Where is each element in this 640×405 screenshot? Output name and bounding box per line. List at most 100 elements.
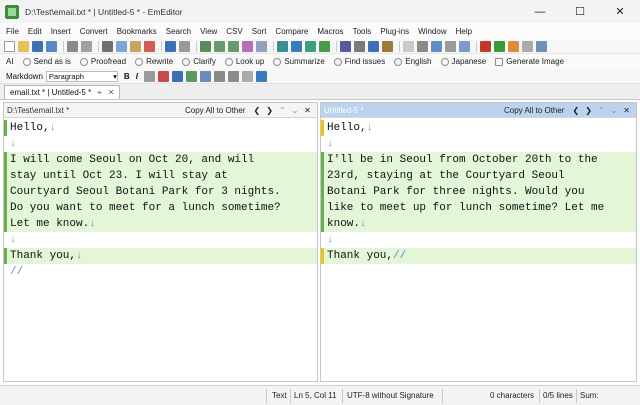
toolbar-separator <box>399 40 400 52</box>
strikethrough-icon[interactable] <box>143 70 155 82</box>
macro-options-icon[interactable] <box>508 40 519 52</box>
menu-plugins[interactable]: Plug-ins <box>380 27 409 36</box>
run-macro-icon[interactable] <box>494 40 505 52</box>
menu-view[interactable]: View <box>200 27 217 36</box>
left-pane-editor[interactable]: Hello,↓ ↓ I will come Seoul on Oct 20, a… <box>4 118 317 382</box>
menu-file[interactable]: File <box>6 27 19 36</box>
right-copy-all-button[interactable]: Copy All to Other <box>504 106 564 115</box>
japanese-label: Japanese <box>451 57 487 66</box>
redo-icon[interactable] <box>179 40 190 52</box>
table-icon[interactable] <box>199 70 211 82</box>
configuration-icon[interactable] <box>354 40 365 52</box>
look-up-label: Look up <box>235 57 265 66</box>
numbered-list-icon[interactable] <box>227 70 239 82</box>
menu-convert[interactable]: Convert <box>80 27 108 36</box>
send-as-is-button[interactable]: Send as is <box>22 57 71 66</box>
proofread-button[interactable]: Proofread <box>79 57 126 66</box>
cut-icon[interactable] <box>102 40 113 52</box>
english-button[interactable]: English <box>394 57 432 66</box>
bold-button[interactable]: B <box>124 72 130 81</box>
italic-button[interactable]: I <box>136 72 138 81</box>
right-pane-editor[interactable]: Hello,↓ ↓ I'll be in Seoul from October … <box>321 118 636 382</box>
split-window-icon[interactable] <box>291 40 302 52</box>
menu-bookmarks[interactable]: Bookmarks <box>117 27 157 36</box>
close-pane-icon[interactable]: ✕ <box>304 106 311 115</box>
code-icon[interactable] <box>157 70 169 82</box>
new-file-icon[interactable] <box>4 40 15 52</box>
paste-icon[interactable] <box>130 40 141 52</box>
filter-icon[interactable] <box>256 40 267 52</box>
close-button[interactable]: ✕ <box>600 0 640 23</box>
menu-search[interactable]: Search <box>166 27 191 36</box>
close-pane-icon[interactable]: ✕ <box>623 106 630 115</box>
copy-icon[interactable] <box>116 40 127 52</box>
prev-difference-icon[interactable]: ❮ <box>572 106 579 115</box>
macro-select-icon[interactable] <box>522 40 533 52</box>
properties-icon[interactable] <box>368 40 379 52</box>
paragraph-select[interactable]: Paragraph ▾ <box>45 70 118 82</box>
save-all-icon[interactable] <box>46 40 57 52</box>
csv-mode-icon[interactable] <box>277 40 288 52</box>
left-copy-all-button[interactable]: Copy All to Other <box>185 106 245 115</box>
preview-icon[interactable] <box>255 70 267 82</box>
status-mode[interactable]: Text <box>272 391 287 400</box>
link-icon[interactable] <box>171 70 183 82</box>
generate-image-label: Generate Image <box>506 57 565 66</box>
plugin-icon[interactable] <box>382 40 393 52</box>
find-issues-button[interactable]: Find issues <box>333 57 385 66</box>
next-difference-icon[interactable]: ❯ <box>266 106 273 115</box>
menu-edit[interactable]: Edit <box>28 27 42 36</box>
menu-insert[interactable]: Insert <box>51 27 71 36</box>
close-tab-icon[interactable]: ✕ <box>108 88 115 97</box>
scroll-down-icon[interactable]: ⌄ <box>292 106 299 115</box>
marks-icon[interactable] <box>431 40 442 52</box>
word-wrap-icon[interactable] <box>417 40 428 52</box>
minimize-button[interactable]: — <box>520 0 560 23</box>
clarify-button[interactable]: Clarify <box>182 57 216 66</box>
delete-icon[interactable] <box>144 40 155 52</box>
status-encoding[interactable]: UTF-8 without Signature <box>347 391 434 400</box>
menu-macros[interactable]: Macros <box>317 27 343 36</box>
sync-scroll-icon[interactable] <box>319 40 330 52</box>
find-icon[interactable] <box>200 40 211 52</box>
customize-icon[interactable] <box>536 40 547 52</box>
rewrite-button[interactable]: Rewrite <box>135 57 173 66</box>
list-icon[interactable] <box>213 70 225 82</box>
print-icon[interactable] <box>67 40 78 52</box>
compare-icon[interactable] <box>305 40 316 52</box>
menu-sort[interactable]: Sort <box>252 27 267 36</box>
undo-icon[interactable] <box>165 40 176 52</box>
next-difference-icon[interactable]: ❯ <box>585 106 592 115</box>
maximize-button[interactable]: ☐ <box>560 0 600 23</box>
menu-help[interactable]: Help <box>456 27 472 36</box>
scroll-up-icon[interactable]: ⌃ <box>598 106 605 115</box>
tools-icon[interactable] <box>403 40 414 52</box>
open-folder-icon[interactable] <box>18 40 29 52</box>
menu-compare[interactable]: Compare <box>275 27 308 36</box>
pin-icon[interactable]: ⌖ <box>97 88 102 98</box>
record-macro-icon[interactable] <box>480 40 491 52</box>
generate-image-button[interactable]: Generate Image <box>495 57 564 66</box>
scroll-up-icon[interactable]: ⌃ <box>279 106 286 115</box>
prev-difference-icon[interactable]: ❮ <box>253 106 260 115</box>
menu-csv[interactable]: CSV <box>226 27 242 36</box>
image-insert-icon[interactable] <box>185 70 197 82</box>
japanese-button[interactable]: Japanese <box>440 57 487 66</box>
find-next-icon[interactable] <box>214 40 225 52</box>
print-preview-icon[interactable] <box>81 40 92 52</box>
look-up-button[interactable]: Look up <box>224 57 265 66</box>
bookmark-icon[interactable] <box>445 40 456 52</box>
scroll-down-icon[interactable]: ⌄ <box>611 106 618 115</box>
document-tab[interactable]: email.txt * | Untitled-5 * ⌖ ✕ <box>4 85 121 99</box>
menu-tools[interactable]: Tools <box>353 27 372 36</box>
menu-window[interactable]: Window <box>418 27 446 36</box>
status-position[interactable]: Ln 5, Col 11 <box>294 391 337 400</box>
outline-icon[interactable] <box>459 40 470 52</box>
font-icon[interactable] <box>340 40 351 52</box>
summarize-button[interactable]: Summarize <box>273 57 325 66</box>
quote-icon[interactable] <box>241 70 253 82</box>
status-separator <box>266 389 267 403</box>
save-icon[interactable] <box>32 40 43 52</box>
find-prev-icon[interactable] <box>228 40 239 52</box>
replace-icon[interactable] <box>242 40 253 52</box>
